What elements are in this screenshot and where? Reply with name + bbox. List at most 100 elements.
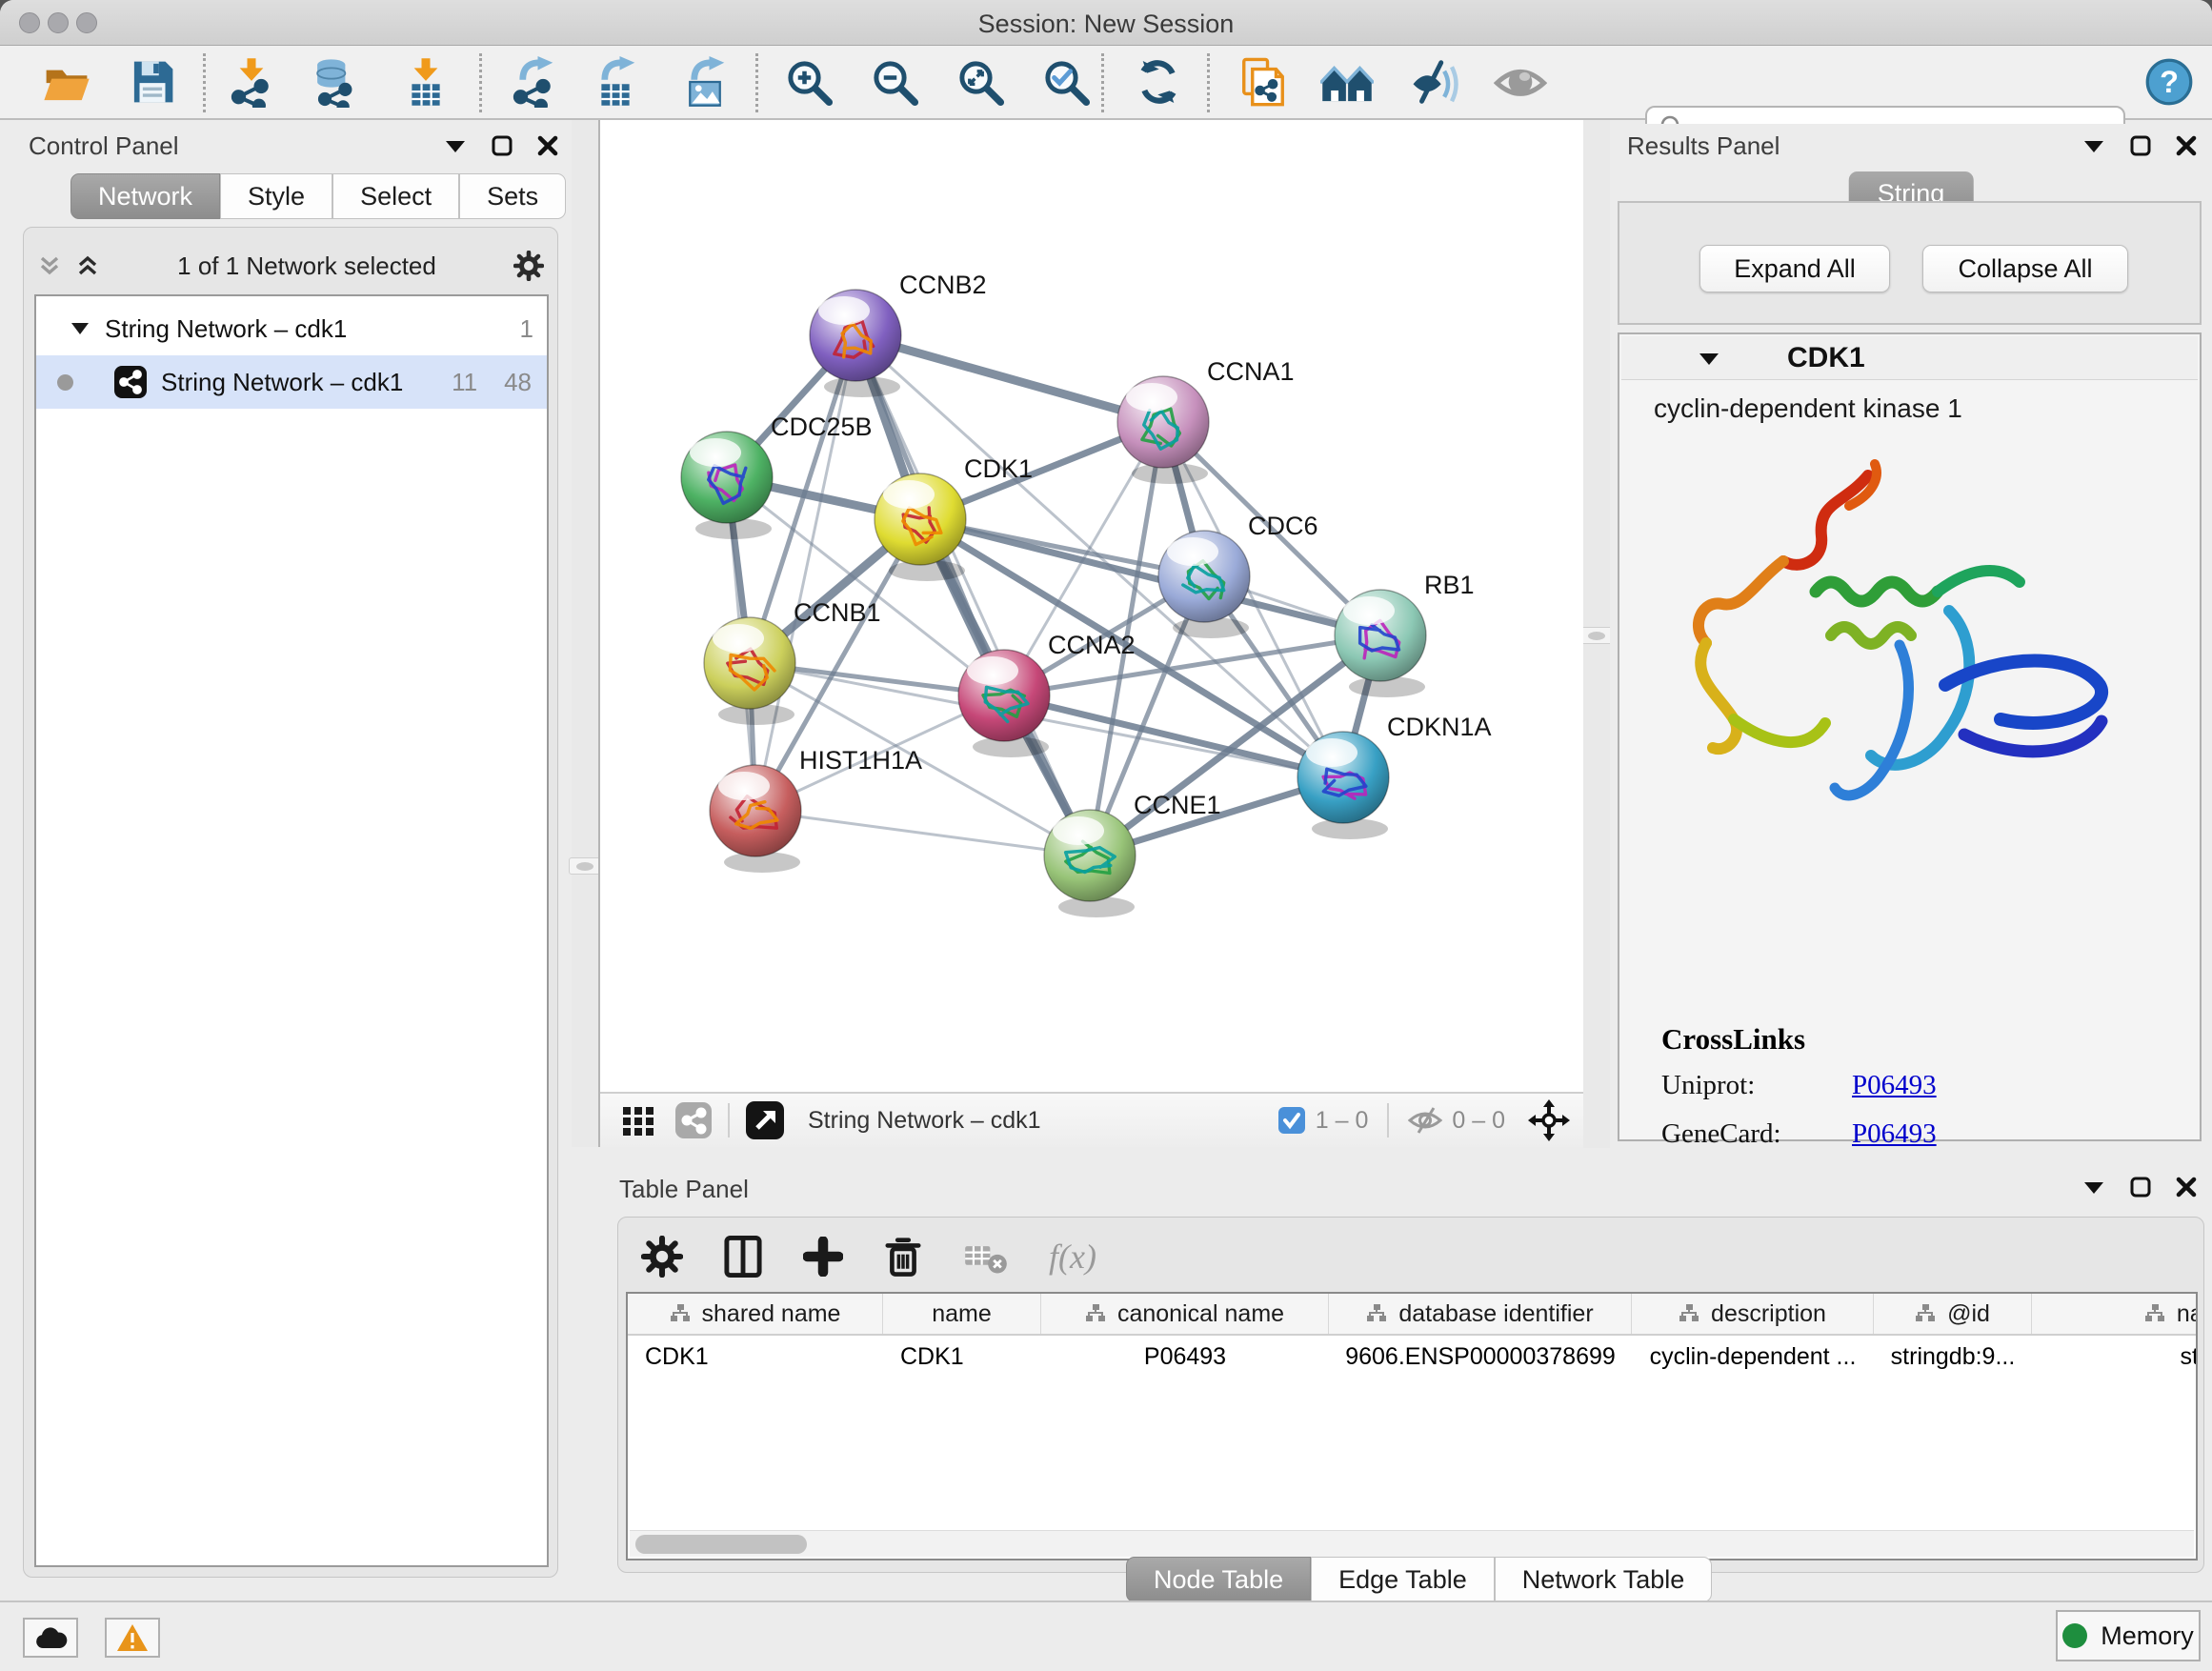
network-canvas[interactable]: CCNB2CCNA1CDC25BCDK1CDC6RB1CCNB1CCNA2CDK… xyxy=(600,120,1583,1090)
cell--id[interactable]: stringdb:9... xyxy=(1874,1336,2032,1378)
section-collapse-icon[interactable] xyxy=(1698,350,1720,367)
network-overview-icon[interactable] xyxy=(674,1101,713,1139)
cloud-button[interactable] xyxy=(23,1618,78,1658)
save-session-button[interactable] xyxy=(126,55,179,109)
export-table-button[interactable] xyxy=(589,55,642,109)
column-label: database identifier xyxy=(1398,1300,1593,1328)
gear-icon[interactable] xyxy=(641,1236,683,1278)
delete-column-icon[interactable] xyxy=(883,1236,923,1278)
node-CDKN1A[interactable] xyxy=(1297,732,1389,839)
tab-network-table[interactable]: Network Table xyxy=(1495,1557,1713,1602)
edge-CCNB2-CCNE1[interactable] xyxy=(855,335,1090,856)
import-network-database-button[interactable] xyxy=(307,55,360,109)
column-header--id[interactable]: @id xyxy=(1874,1294,2032,1334)
open-in-window-icon[interactable] xyxy=(745,1100,785,1140)
column-header-database-identifier[interactable]: database identifier xyxy=(1329,1294,1632,1334)
export-network-button[interactable] xyxy=(507,55,560,109)
open-file-button[interactable] xyxy=(40,55,93,109)
float-panel-icon[interactable] xyxy=(2130,135,2151,156)
zoom-out-button[interactable] xyxy=(868,55,921,109)
network-list-box: 1 of 1 Network selected Strin xyxy=(23,227,558,1578)
birds-eye-grid-icon[interactable] xyxy=(619,1101,657,1139)
crosslink-label: GeneCard: xyxy=(1661,1118,1852,1150)
refresh-button[interactable] xyxy=(1132,55,1185,109)
cell-description[interactable]: cyclin-dependent ... xyxy=(1632,1336,1874,1378)
edge-HIST1H1A-CCNE1[interactable] xyxy=(755,811,1090,856)
tab-select[interactable]: Select xyxy=(332,173,459,219)
first-neighbors-button[interactable] xyxy=(1320,55,1374,109)
column-header-canonical-name[interactable]: canonical name xyxy=(1041,1294,1329,1334)
tree-expand-icon[interactable] xyxy=(70,321,90,336)
node-CCNE1[interactable] xyxy=(1044,810,1136,917)
clone-network-button[interactable] xyxy=(1237,55,1290,109)
node-CCNB2[interactable] xyxy=(810,290,901,397)
float-panel-icon[interactable] xyxy=(2130,1177,2151,1198)
warnings-button[interactable] xyxy=(105,1618,160,1658)
network-row[interactable]: String Network – cdk1 11 48 xyxy=(36,355,547,409)
import-table-file-button[interactable] xyxy=(399,55,452,109)
tab-network[interactable]: Network xyxy=(70,173,220,219)
tab-edge-table[interactable]: Edge Table xyxy=(1311,1557,1495,1602)
horizontal-scrollbar[interactable] xyxy=(630,1530,2194,1557)
column-label: description xyxy=(1711,1300,1826,1328)
show-columns-icon[interactable] xyxy=(723,1236,763,1278)
cell-name[interactable]: CDK1 xyxy=(883,1336,1041,1378)
cell-namespace[interactable]: stringdb xyxy=(2032,1336,2198,1378)
pan-crosshair-icon[interactable] xyxy=(1528,1099,1570,1141)
float-panel-icon[interactable] xyxy=(492,135,513,156)
memory-button[interactable]: Memory xyxy=(2056,1610,2201,1661)
close-panel-icon[interactable] xyxy=(537,135,558,156)
cell-database-identifier[interactable]: 9606.ENSP00000378699 xyxy=(1329,1336,1632,1378)
selected-checkbox-icon[interactable] xyxy=(1277,1106,1306,1135)
node-HIST1H1A[interactable] xyxy=(710,765,801,873)
collapse-panel-icon[interactable] xyxy=(2082,137,2105,154)
node-CDK1[interactable] xyxy=(875,473,966,581)
column-header-name[interactable]: name xyxy=(883,1294,1041,1334)
left-splitter[interactable] xyxy=(572,120,598,1147)
toolbar-separator xyxy=(1207,53,1210,112)
tab-style[interactable]: Style xyxy=(220,173,332,219)
import-network-file-button[interactable] xyxy=(225,55,278,109)
tab-sets[interactable]: Sets xyxy=(459,173,566,219)
crosslink-value-link[interactable]: P06493 xyxy=(1852,1070,1937,1101)
show-all-button[interactable] xyxy=(1494,55,1547,109)
node-CCNA2[interactable] xyxy=(958,650,1050,757)
help-button[interactable]: ? xyxy=(2142,55,2196,109)
network-collection-row[interactable]: String Network – cdk1 1 xyxy=(36,304,547,353)
export-image-button[interactable] xyxy=(678,55,732,109)
gene-section-header[interactable]: CDK1 xyxy=(1621,336,2198,380)
add-column-icon[interactable] xyxy=(803,1237,843,1277)
zoom-in-button[interactable] xyxy=(782,55,835,109)
column-header-shared-name[interactable]: shared name xyxy=(628,1294,883,1334)
node-CCNB1[interactable] xyxy=(704,617,795,725)
node-RB1[interactable] xyxy=(1335,590,1426,697)
function-builder-button[interactable]: f(x) xyxy=(1049,1237,1096,1277)
close-panel-icon[interactable] xyxy=(2176,1177,2197,1198)
gear-icon[interactable] xyxy=(513,251,544,281)
table-row[interactable]: CDK1CDK1P064939606.ENSP00000378699cyclin… xyxy=(628,1336,2196,1378)
column-header-description[interactable]: description xyxy=(1632,1294,1874,1334)
tab-node-table[interactable]: Node Table xyxy=(1126,1557,1311,1602)
expand-all-button[interactable]: Expand All xyxy=(1699,245,1890,292)
collapse-panel-icon[interactable] xyxy=(444,137,467,154)
hide-selected-button[interactable] xyxy=(1408,55,1461,109)
close-panel-icon[interactable] xyxy=(2176,135,2197,156)
cell-canonical-name[interactable]: P06493 xyxy=(1041,1336,1329,1378)
node-CDC25B[interactable] xyxy=(681,432,773,539)
right-splitter-handle[interactable] xyxy=(1580,627,1613,644)
zoom-fit-button[interactable] xyxy=(954,55,1007,109)
zoom-selected-button[interactable] xyxy=(1039,55,1093,109)
scrollbar-thumb[interactable] xyxy=(635,1535,807,1554)
collapse-panel-icon[interactable] xyxy=(2082,1178,2105,1196)
delete-table-icon[interactable] xyxy=(963,1238,1009,1276)
column-header-namespace[interactable]: namespace xyxy=(2032,1294,2198,1334)
node-CCNA1[interactable] xyxy=(1117,376,1209,484)
node-label-CDC25B: CDC25B xyxy=(771,413,873,441)
collapse-all-icon[interactable] xyxy=(37,253,62,278)
collapse-all-button[interactable]: Collapse All xyxy=(1922,245,2128,292)
crosslink-value-link[interactable]: P06493 xyxy=(1852,1118,1937,1150)
expand-all-icon[interactable] xyxy=(75,253,100,278)
cell-shared-name[interactable]: CDK1 xyxy=(628,1336,883,1378)
left-splitter-handle[interactable] xyxy=(569,857,601,875)
edge-CCNB2-HIST1H1A[interactable] xyxy=(755,335,855,811)
